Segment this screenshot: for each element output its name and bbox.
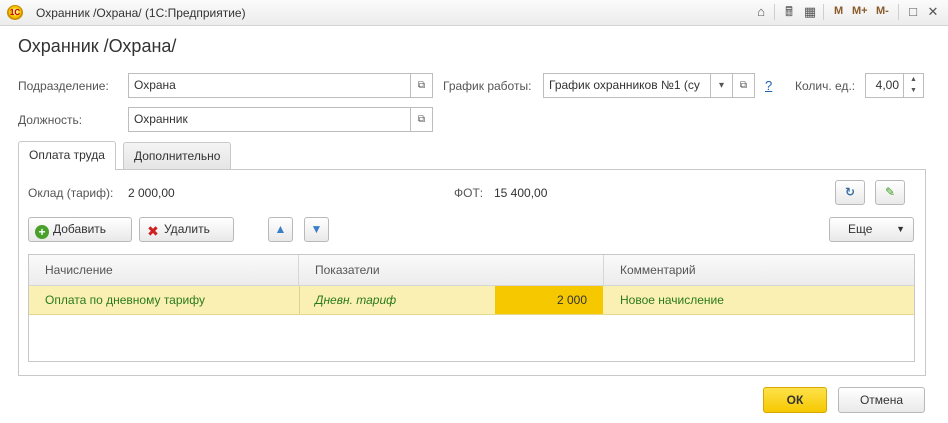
arrow-down-icon: ▼ <box>310 222 323 236</box>
form-title: Охранник /Охрана/ <box>18 36 177 56</box>
memory-button[interactable]: M <box>834 5 843 17</box>
schedule-field[interactable]: График охранников №1 (су <box>543 73 711 98</box>
salary-label: Оклад (тариф): <box>28 186 114 200</box>
more-button-label: Еще <box>848 222 873 236</box>
delete-icon: ✖ <box>147 223 159 239</box>
refresh-icon: ↻ <box>844 185 856 199</box>
refresh-button[interactable]: ↻ <box>835 180 865 205</box>
delete-button-label: Удалить <box>164 222 210 236</box>
column-header-accrual[interactable]: Начисление <box>29 255 299 285</box>
tab-additional[interactable]: Дополнительно <box>123 142 232 170</box>
plus-icon: + <box>35 225 49 239</box>
units-label: Колич. ед.: <box>795 79 856 93</box>
comment-cell[interactable]: Новое начисление <box>620 286 910 314</box>
help-link[interactable]: ? <box>765 78 772 93</box>
window-title: Охранник /Охрана/ (1С:Предприятие) <box>36 6 246 20</box>
memory-subtract-button[interactable]: M- <box>876 5 889 17</box>
cancel-button[interactable]: Отмена <box>838 387 925 413</box>
fot-value: 15 400,00 <box>494 186 548 200</box>
move-up-button[interactable]: ▲ <box>268 217 293 242</box>
units-stepper[interactable]: ▲ ▼ <box>904 73 924 98</box>
delete-button[interactable]: ✖ Удалить <box>139 217 234 242</box>
toolbar-separator <box>774 4 775 20</box>
arrow-up-icon: ▲ <box>274 222 287 236</box>
add-button-label: Добавить <box>53 222 107 236</box>
ok-button[interactable]: ОК <box>763 387 827 413</box>
memory-add-button[interactable]: M+ <box>852 5 868 17</box>
table-header: Начисление Показатели Комментарий <box>29 255 914 286</box>
cell-divider <box>299 286 300 314</box>
edit-button[interactable]: ✎ <box>875 180 905 205</box>
fot-label: ФОТ: <box>454 186 484 200</box>
app-logo-icon: 1С <box>7 5 23 20</box>
units-field[interactable]: 4,00 <box>865 73 904 98</box>
position-label: Должность: <box>18 113 83 127</box>
add-button[interactable]: + Добавить <box>28 217 132 242</box>
home-icon[interactable]: ⌂ <box>753 4 769 20</box>
subdivision-field[interactable]: Охрана <box>128 73 411 98</box>
schedule-label: График работы: <box>443 79 532 93</box>
toolbar-separator <box>823 4 824 20</box>
calculator-icon[interactable]: 🖩 <box>781 4 797 20</box>
indicator-value-cell[interactable]: 2 000 <box>495 286 603 314</box>
open-position-icon[interactable]: ⧉ <box>411 107 433 132</box>
window-titlebar: 1С Охранник /Охрана/ (1С:Предприятие) ⌂ … <box>0 0 948 26</box>
salary-value: 2 000,00 <box>128 186 175 200</box>
pencil-icon: ✎ <box>884 185 896 199</box>
table-row[interactable]: Оплата по дневному тарифу Дневн. тариф 2… <box>29 286 914 315</box>
open-subdivision-icon[interactable]: ⧉ <box>411 73 433 98</box>
column-header-comment[interactable]: Комментарий <box>604 255 914 285</box>
close-icon[interactable]: ✕ <box>925 4 941 20</box>
indicator-cell[interactable]: Дневн. тариф <box>315 286 495 314</box>
maximize-icon[interactable]: □ <box>905 4 921 20</box>
position-field[interactable]: Охранник <box>128 107 411 132</box>
move-down-button[interactable]: ▼ <box>304 217 329 242</box>
column-header-indicators[interactable]: Показатели <box>299 255 604 285</box>
chevron-down-icon: ▼ <box>896 224 905 234</box>
calendar-icon[interactable]: ▦ <box>802 4 818 20</box>
tab-payment[interactable]: Оплата труда <box>18 141 116 170</box>
accrual-cell[interactable]: Оплата по дневному тарифу <box>45 286 299 314</box>
accruals-table: Начисление Показатели Комментарий Оплата… <box>28 254 915 362</box>
toolbar-separator <box>898 4 899 20</box>
open-schedule-icon[interactable]: ⧉ <box>733 73 755 98</box>
more-button[interactable]: Еще ▼ <box>829 217 914 242</box>
schedule-dropdown-icon[interactable]: ▾ <box>711 73 733 98</box>
subdivision-label: Подразделение: <box>18 79 109 93</box>
